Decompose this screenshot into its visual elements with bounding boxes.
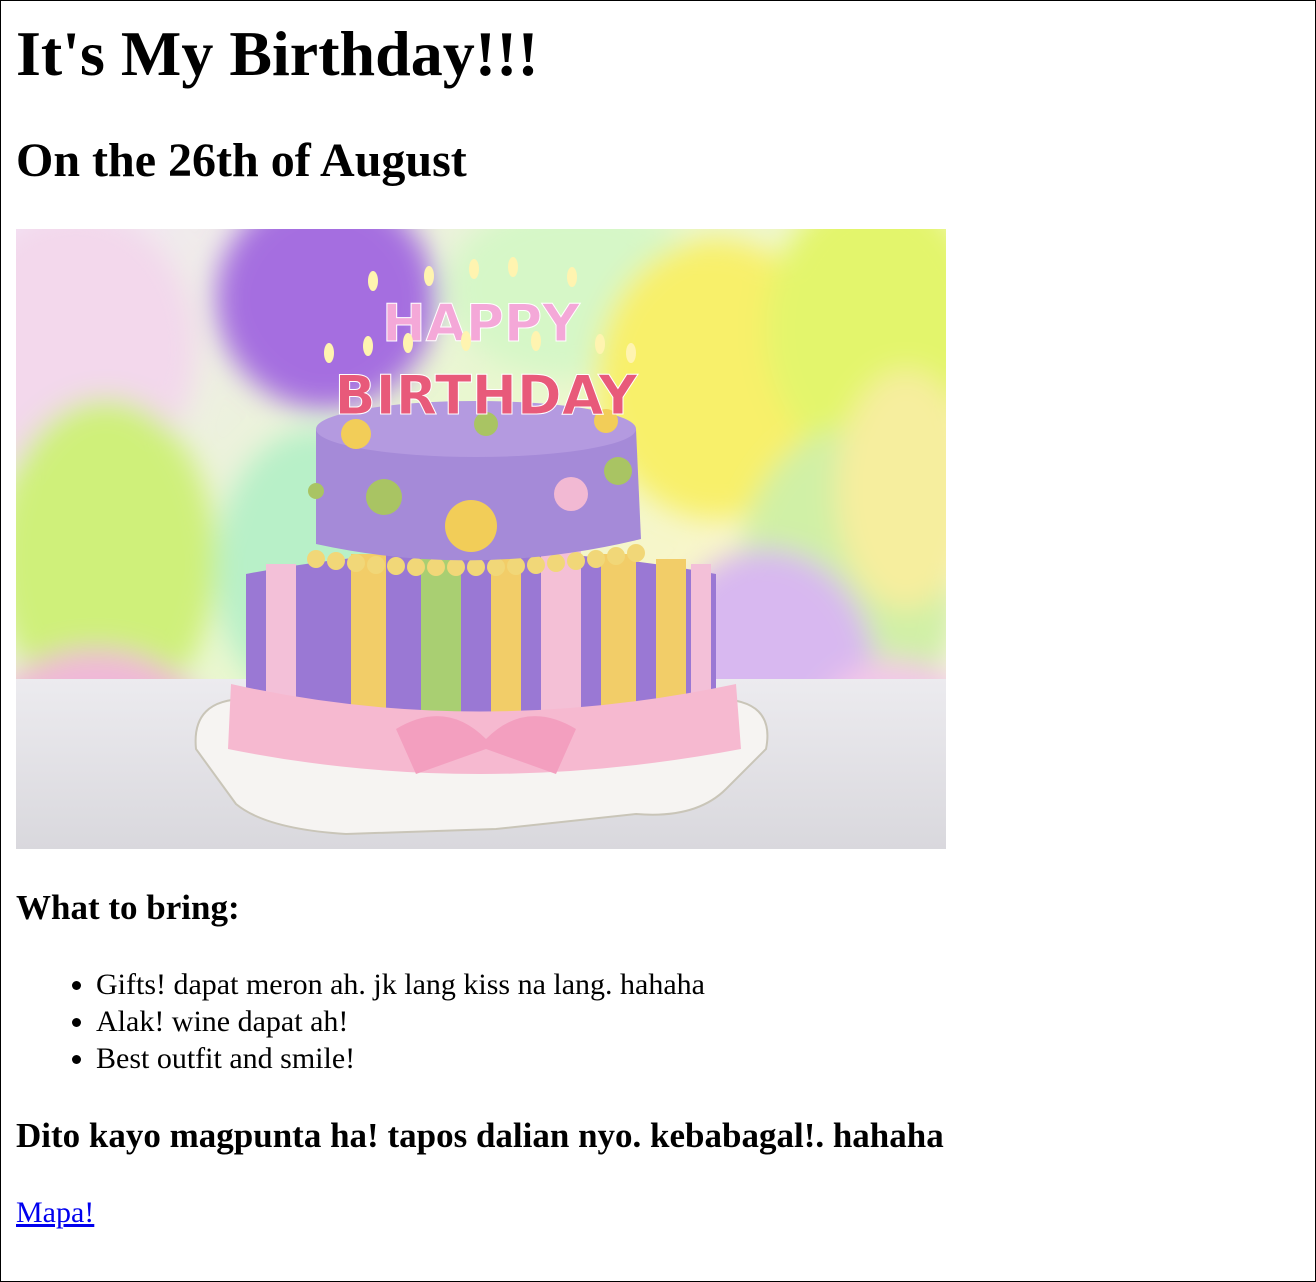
bring-heading: What to bring:	[16, 888, 240, 927]
birthday-cake-illustration: HAPPY BIRTHDAY	[16, 229, 946, 849]
map-link[interactable]: Mapa!	[16, 1194, 94, 1231]
list-item: Best outfit and smile!	[96, 1040, 705, 1077]
list-item: Alak! wine dapat ah!	[96, 1003, 705, 1040]
list-item: Gifts! dapat meron ah. jk lang kiss na l…	[96, 966, 705, 1003]
candles-birthday: BIRTHDAY	[335, 364, 639, 427]
birthday-cake-image: HAPPY BIRTHDAY	[16, 229, 946, 849]
bring-list: Gifts! dapat meron ah. jk lang kiss na l…	[56, 966, 705, 1077]
page-title: It's My Birthday!!!	[16, 18, 539, 89]
page-subtitle: On the 26th of August	[16, 134, 467, 187]
directions-heading: Dito kayo magpunta ha! tapos dalian nyo.…	[16, 1116, 944, 1155]
